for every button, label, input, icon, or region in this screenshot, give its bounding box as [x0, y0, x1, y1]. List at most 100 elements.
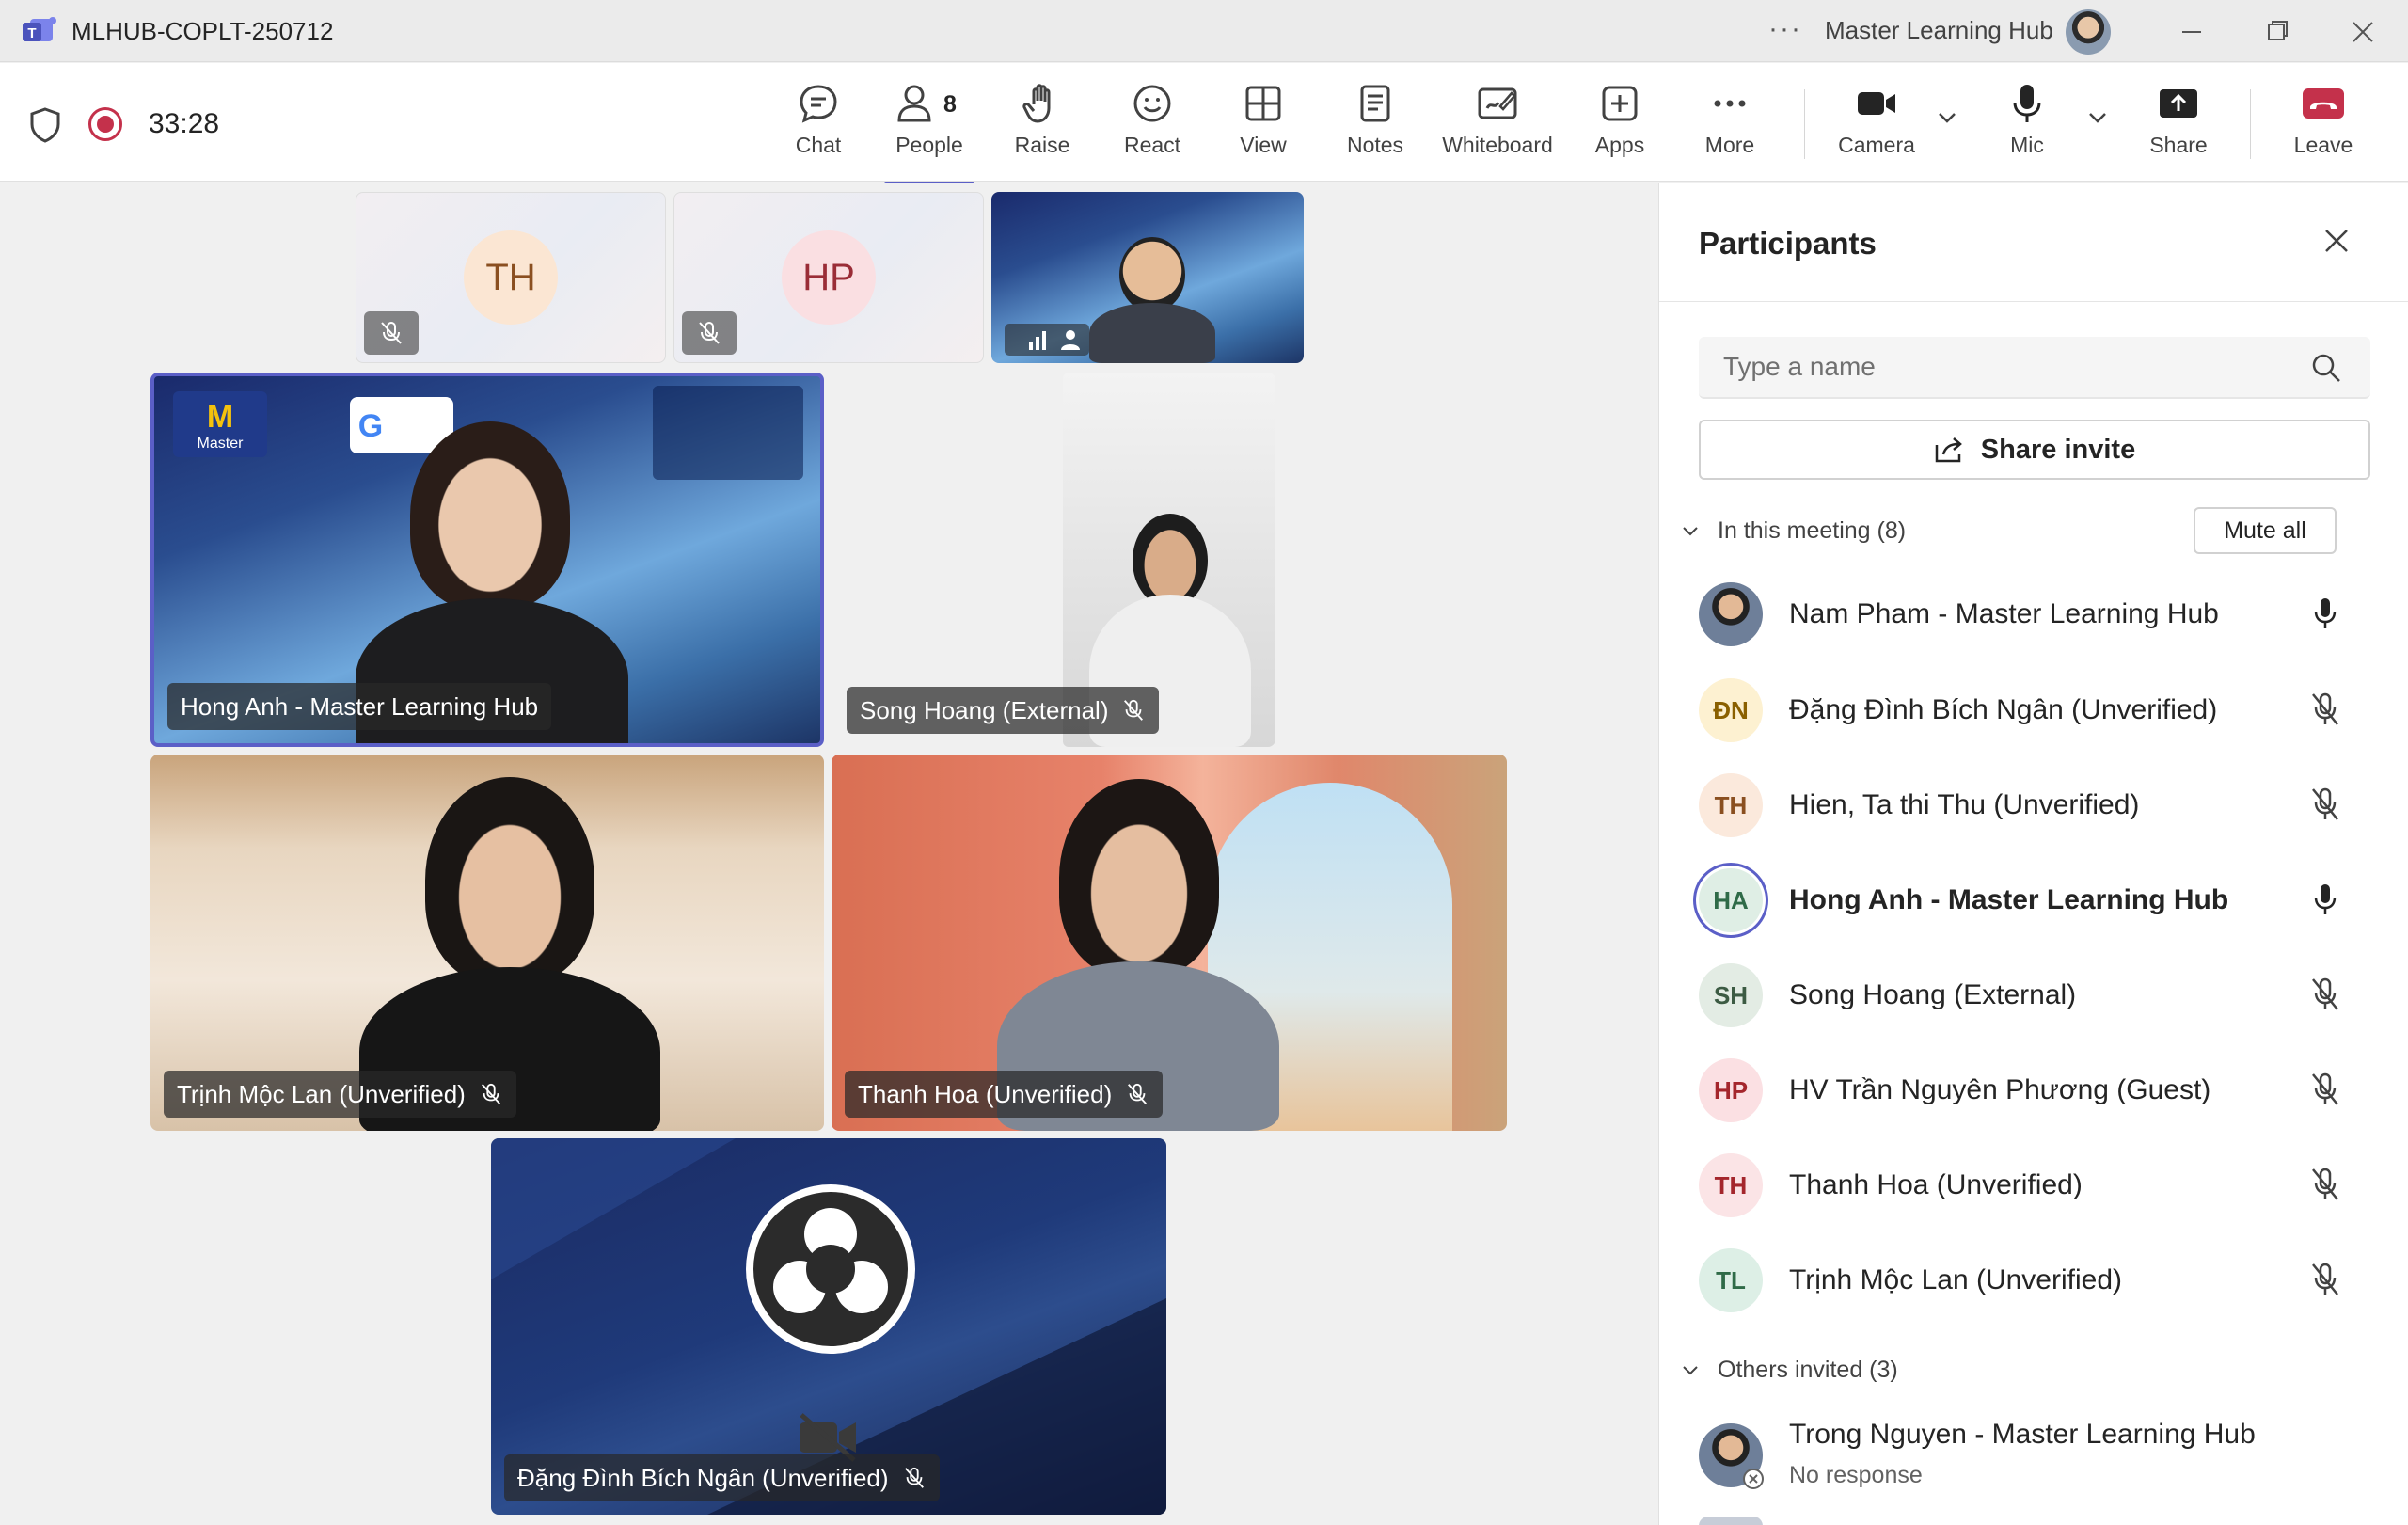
teams-app-icon: T: [23, 17, 56, 41]
leave-button[interactable]: Leave: [2291, 82, 2355, 176]
people-button[interactable]: People: [884, 82, 974, 185]
avatar: TH: [1699, 1153, 1763, 1217]
whiteboard-button[interactable]: Whiteboard: [1439, 82, 1556, 176]
participant-row[interactable]: TH Hien, Ta thi Thu (Unverified): [1659, 763, 2408, 848]
share-invite-icon: [1935, 437, 1962, 463]
people-count-badge: 8: [943, 91, 957, 118]
view-layout-icon: [1245, 86, 1281, 121]
mini-tile-video-nam-pham[interactable]: [991, 192, 1304, 363]
invited-status: No response: [1789, 1462, 1923, 1488]
share-screen-icon: [2160, 89, 2197, 118]
participant-name: Thanh Hoa (Unverified): [1789, 1169, 2083, 1200]
participant-name: Song Hoang (External): [1789, 979, 2077, 1010]
chat-button[interactable]: Chat: [786, 82, 850, 176]
camera-button[interactable]: Camera: [1834, 82, 1919, 176]
mic-options-chevron-down-icon[interactable]: [2084, 104, 2111, 131]
name-tag: Đặng Đình Bích Ngân (Unverified): [504, 1454, 940, 1501]
raise-label: Raise: [1014, 133, 1070, 157]
close-window-icon[interactable]: [2342, 15, 2384, 49]
svg-text:T: T: [27, 25, 36, 41]
participant-name: Đặng Đình Bích Ngân (Unverified): [1789, 694, 2218, 725]
hang-up-phone-icon: [2303, 88, 2344, 119]
muted-mic-icon: [364, 311, 419, 355]
avatar: HP: [782, 230, 876, 325]
people-label: People: [895, 133, 963, 157]
panel-title: Participants: [1699, 226, 1877, 261]
account-name[interactable]: Master Learning Hub: [1825, 16, 2053, 45]
muted-mic-icon: [2312, 787, 2338, 820]
muted-mic-icon: [2312, 1072, 2338, 1105]
whiteboard-label: Whiteboard: [1442, 133, 1553, 157]
participant-video: [1059, 779, 1219, 977]
people-icon: [897, 85, 931, 122]
participant-row[interactable]: TH Thanh Hoa (Unverified): [1659, 1143, 2408, 1228]
react-icon: [1133, 85, 1171, 122]
participant-name: Đặng Đình Bích Ngân (Unverified): [517, 1464, 889, 1492]
notes-button[interactable]: Notes: [1341, 82, 1409, 176]
more-button[interactable]: More: [1701, 82, 1759, 176]
search-icon[interactable]: [2310, 352, 2342, 384]
shield-icon[interactable]: [28, 106, 62, 144]
in-meeting-section-toggle[interactable]: In this meeting (8): [1680, 517, 1906, 545]
name-tag: Thanh Hoa (Unverified): [845, 1071, 1164, 1118]
video-tile-thanh-hoa[interactable]: Thanh Hoa (Unverified): [832, 755, 1507, 1131]
obs-logo-icon: [746, 1184, 915, 1354]
chat-icon: [800, 85, 837, 123]
video-tile-dang-dinh[interactable]: Đặng Đình Bích Ngân (Unverified): [491, 1138, 1166, 1515]
close-panel-icon[interactable]: [2320, 224, 2353, 258]
microphone-icon: [2314, 884, 2337, 914]
leave-label: Leave: [2293, 133, 2353, 157]
avatar: [1699, 582, 1763, 646]
avatar: HP: [1699, 1058, 1763, 1122]
video-stage: TH HP M Master G Hong Anh - Master Learni…: [0, 183, 1657, 1525]
avatar: HA: [1699, 868, 1763, 932]
video-tile-trinh-moc-lan[interactable]: Trịnh Mộc Lan (Unverified): [150, 755, 824, 1131]
muted-mic-icon: [2312, 1263, 2338, 1295]
participants-panel: Participants Share invite In this meetin…: [1658, 183, 2408, 1525]
minimize-icon[interactable]: [2171, 15, 2212, 49]
share-invite-button[interactable]: Share invite: [1699, 420, 2370, 480]
apps-label: Apps: [1594, 133, 1645, 157]
camera-options-chevron-down-icon[interactable]: [1934, 104, 1960, 131]
invited-row[interactable]: Trong Nguyen - Master Learning Hub No re…: [1659, 1413, 2408, 1498]
notes-icon: [1360, 85, 1390, 122]
avatar: ĐN: [1699, 678, 1763, 742]
mini-tile-hp[interactable]: HP: [673, 192, 984, 363]
toolbar-separator: [2250, 89, 2251, 159]
svg-text:M: M: [207, 399, 233, 435]
avatar: TH: [1699, 773, 1763, 837]
video-tile-song-hoang[interactable]: Song Hoang (External): [833, 373, 1275, 747]
more-options-icon[interactable]: ···: [1768, 13, 1802, 45]
participant-row[interactable]: SH Song Hoang (External): [1659, 953, 2408, 1038]
muted-mic-icon: [2312, 977, 2338, 1010]
no-response-status-icon: [1743, 1469, 1764, 1489]
raise-hand-icon: [1022, 84, 1051, 123]
view-button[interactable]: View: [1232, 82, 1294, 176]
participant-row[interactable]: Nam Pham - Master Learning Hub: [1659, 572, 2408, 657]
others-invited-label: Others invited (3): [1718, 1357, 1898, 1383]
others-invited-section-toggle[interactable]: Others invited (3): [1680, 1357, 1898, 1384]
mic-button[interactable]: Mic: [2004, 82, 2051, 176]
participant-search-input[interactable]: [1699, 337, 2370, 399]
participant-row[interactable]: TL Trịnh Mộc Lan (Unverified): [1659, 1238, 2408, 1323]
participant-row[interactable]: HP HV Trần Nguyên Phương (Guest): [1659, 1048, 2408, 1133]
notes-label: Notes: [1346, 133, 1404, 157]
video-tile-hong-anh[interactable]: M Master G Hong Anh - Master Learning Hub: [150, 373, 824, 747]
participant-row[interactable]: ĐN Đặng Đình Bích Ngân (Unverified): [1659, 668, 2408, 753]
account-avatar[interactable]: [2066, 9, 2111, 55]
raise-hand-button[interactable]: Raise: [1006, 82, 1078, 176]
master-logo: M Master: [173, 391, 267, 457]
mini-tile-th[interactable]: TH: [356, 192, 666, 363]
share-invite-label: Share invite: [1980, 434, 2136, 465]
apps-add-icon: [1602, 86, 1638, 121]
apps-button[interactable]: Apps: [1593, 82, 1646, 176]
participant-row-speaking[interactable]: HA Hong Anh - Master Learning Hub: [1659, 858, 2408, 943]
participant-video: [1119, 237, 1185, 312]
restore-icon[interactable]: [2256, 15, 2297, 49]
participant-name: Nam Pham - Master Learning Hub: [1789, 598, 2219, 629]
mute-all-button[interactable]: Mute all: [2194, 507, 2337, 554]
react-button[interactable]: React: [1119, 82, 1185, 176]
share-button[interactable]: Share: [2148, 82, 2209, 176]
participant-video-head: [1133, 514, 1208, 608]
svg-text:G: G: [358, 408, 383, 444]
